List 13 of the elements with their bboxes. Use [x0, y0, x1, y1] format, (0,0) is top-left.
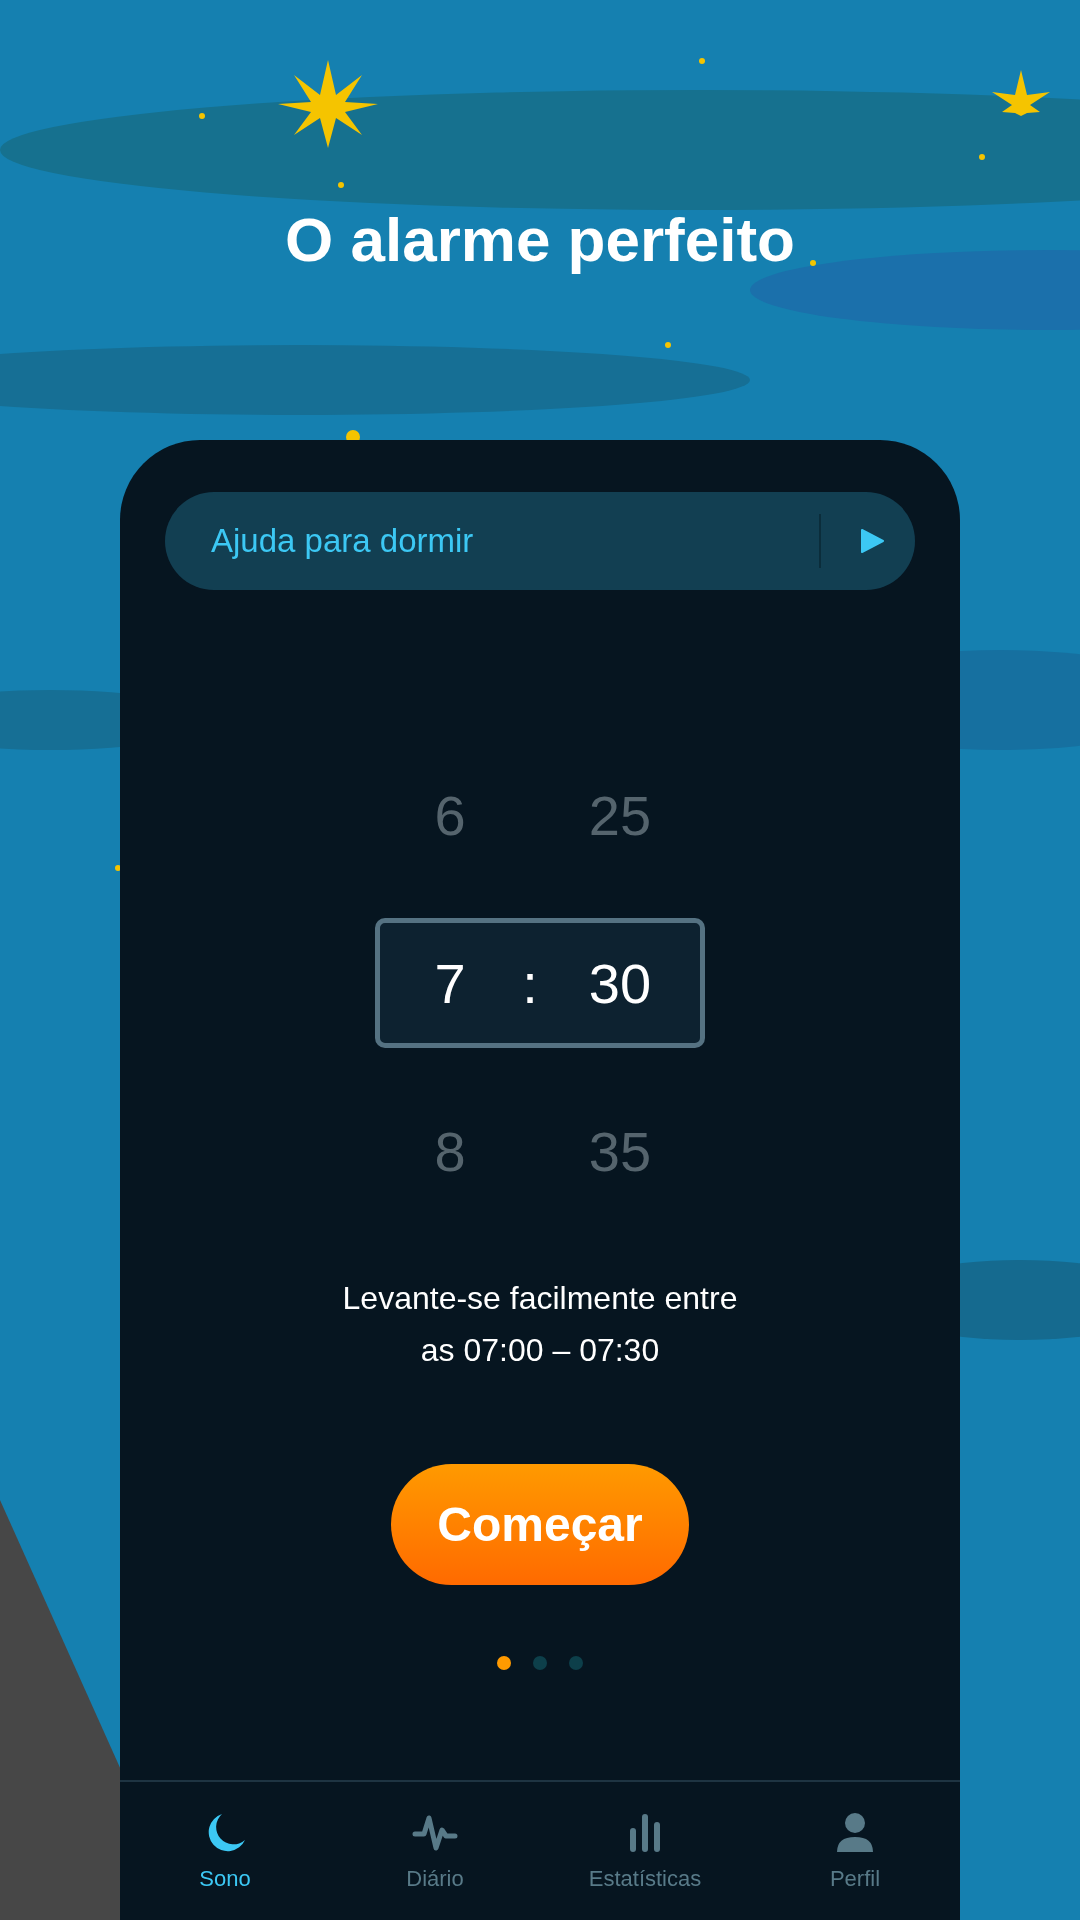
selected-time[interactable]: 7 : 30 — [375, 918, 705, 1048]
nav-tab[interactable]: Sono — [120, 1782, 330, 1920]
caption-text: as 07:00 – 07:30 — [420, 1331, 660, 1370]
time-option[interactable]: 6 25 — [375, 750, 705, 880]
start-button[interactable]: Começar — [391, 1464, 689, 1585]
time-option[interactable]: 8 35 — [375, 1086, 705, 1216]
nav-tab[interactable]: Estatísticas — [540, 1782, 750, 1920]
nav-tab[interactable]: Diário — [330, 1782, 540, 1920]
nav-tab[interactable]: Perfil — [750, 1782, 960, 1920]
play-icon — [859, 528, 885, 554]
page-title: O alarme perfeito — [285, 204, 795, 276]
sleep-aid-button[interactable]: Ajuda para dormir — [165, 492, 915, 590]
caption-text: Levante-se facilmente entre — [342, 1279, 738, 1318]
